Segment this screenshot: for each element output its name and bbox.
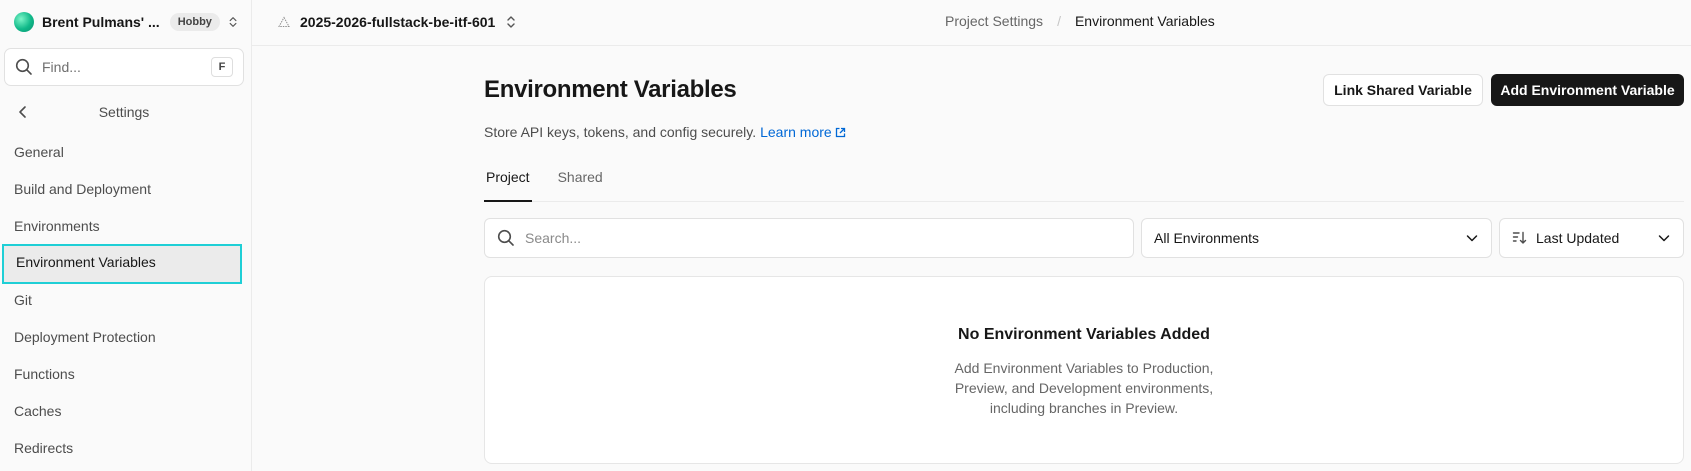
environment-filter-value: All Environments <box>1154 230 1260 246</box>
sidebar-item-general[interactable]: General <box>0 134 252 171</box>
top-bar: 2025-2026-fullstack-be-itf-601 Project S… <box>252 0 1691 46</box>
settings-sidebar: Brent Pulmans' ... Hobby F Settings Gene… <box>0 0 252 471</box>
sidebar-item-deployment-protection[interactable]: Deployment Protection <box>0 319 252 356</box>
link-shared-variable-button[interactable]: Link Shared Variable <box>1323 74 1483 106</box>
learn-more-link[interactable]: Learn more <box>760 124 846 140</box>
tab-shared[interactable]: Shared <box>556 156 605 202</box>
breadcrumb: Project Settings / Environment Variables <box>945 13 1215 29</box>
search-icon <box>15 58 32 75</box>
variables-tabs: Project Shared <box>484 156 1684 202</box>
search-icon <box>497 229 514 246</box>
chevron-left-icon <box>19 106 26 118</box>
find-input[interactable] <box>42 59 202 75</box>
triangle-logo-icon <box>278 16 290 27</box>
add-environment-variable-button[interactable]: Add Environment Variable <box>1491 74 1684 106</box>
team-switcher[interactable]: Brent Pulmans' ... Hobby <box>14 12 240 32</box>
chevron-up-down-icon <box>507 16 516 28</box>
sidebar-item-build-and-deployment[interactable]: Build and Deployment <box>0 171 252 208</box>
empty-state-card: No Environment Variables Added Add Envir… <box>484 276 1684 464</box>
settings-header: Settings <box>14 101 234 123</box>
sidebar-item-caches[interactable]: Caches <box>0 393 252 430</box>
sidebar-item-environment-variables[interactable]: Environment Variables <box>2 244 242 284</box>
sidebar-item-environments[interactable]: Environments <box>0 208 252 245</box>
project-name: 2025-2026-fullstack-be-itf-601 <box>300 14 496 30</box>
learn-more-label: Learn more <box>760 124 832 140</box>
chevron-up-down-icon[interactable] <box>228 13 238 31</box>
sidebar-item-redirects[interactable]: Redirects <box>0 430 252 467</box>
environment-filter-select[interactable]: All Environments <box>1141 218 1492 258</box>
breadcrumb-current: Environment Variables <box>1074 13 1215 29</box>
page-title: Environment Variables <box>484 76 737 103</box>
external-link-icon <box>835 127 845 137</box>
plan-badge: Hobby <box>169 13 220 31</box>
sidebar-item-git[interactable]: Git <box>0 282 252 319</box>
sidebar-item-functions[interactable]: Functions <box>0 356 252 393</box>
sort-value: Last Updated <box>1536 230 1620 246</box>
team-avatar <box>14 12 34 32</box>
settings-title: Settings <box>98 104 150 120</box>
project-switcher[interactable]: 2025-2026-fullstack-be-itf-601 <box>278 11 517 33</box>
chevron-down-icon <box>1466 235 1478 242</box>
find-box[interactable]: F <box>4 48 244 86</box>
variables-search[interactable] <box>484 218 1134 258</box>
page-subtitle: Store API keys, tokens, and config secur… <box>484 124 846 140</box>
tab-project[interactable]: Project <box>484 156 532 202</box>
empty-state-title: No Environment Variables Added <box>958 326 1210 343</box>
search-input[interactable] <box>525 230 1085 246</box>
settings-nav: General Build and Deployment Environment… <box>0 134 252 467</box>
sort-icon <box>1512 231 1527 244</box>
back-button[interactable] <box>14 103 32 121</box>
breadcrumb-project-settings[interactable]: Project Settings <box>945 13 1043 29</box>
find-shortcut-key: F <box>211 57 233 77</box>
team-name: Brent Pulmans' ... <box>42 14 160 30</box>
chevron-down-icon <box>1658 235 1670 242</box>
breadcrumb-separator: / <box>1057 13 1061 29</box>
subtitle-text: Store API keys, tokens, and config secur… <box>484 124 757 140</box>
empty-state-description: Add Environment Variables to Production,… <box>954 360 1214 416</box>
sort-select[interactable]: Last Updated <box>1499 218 1684 258</box>
